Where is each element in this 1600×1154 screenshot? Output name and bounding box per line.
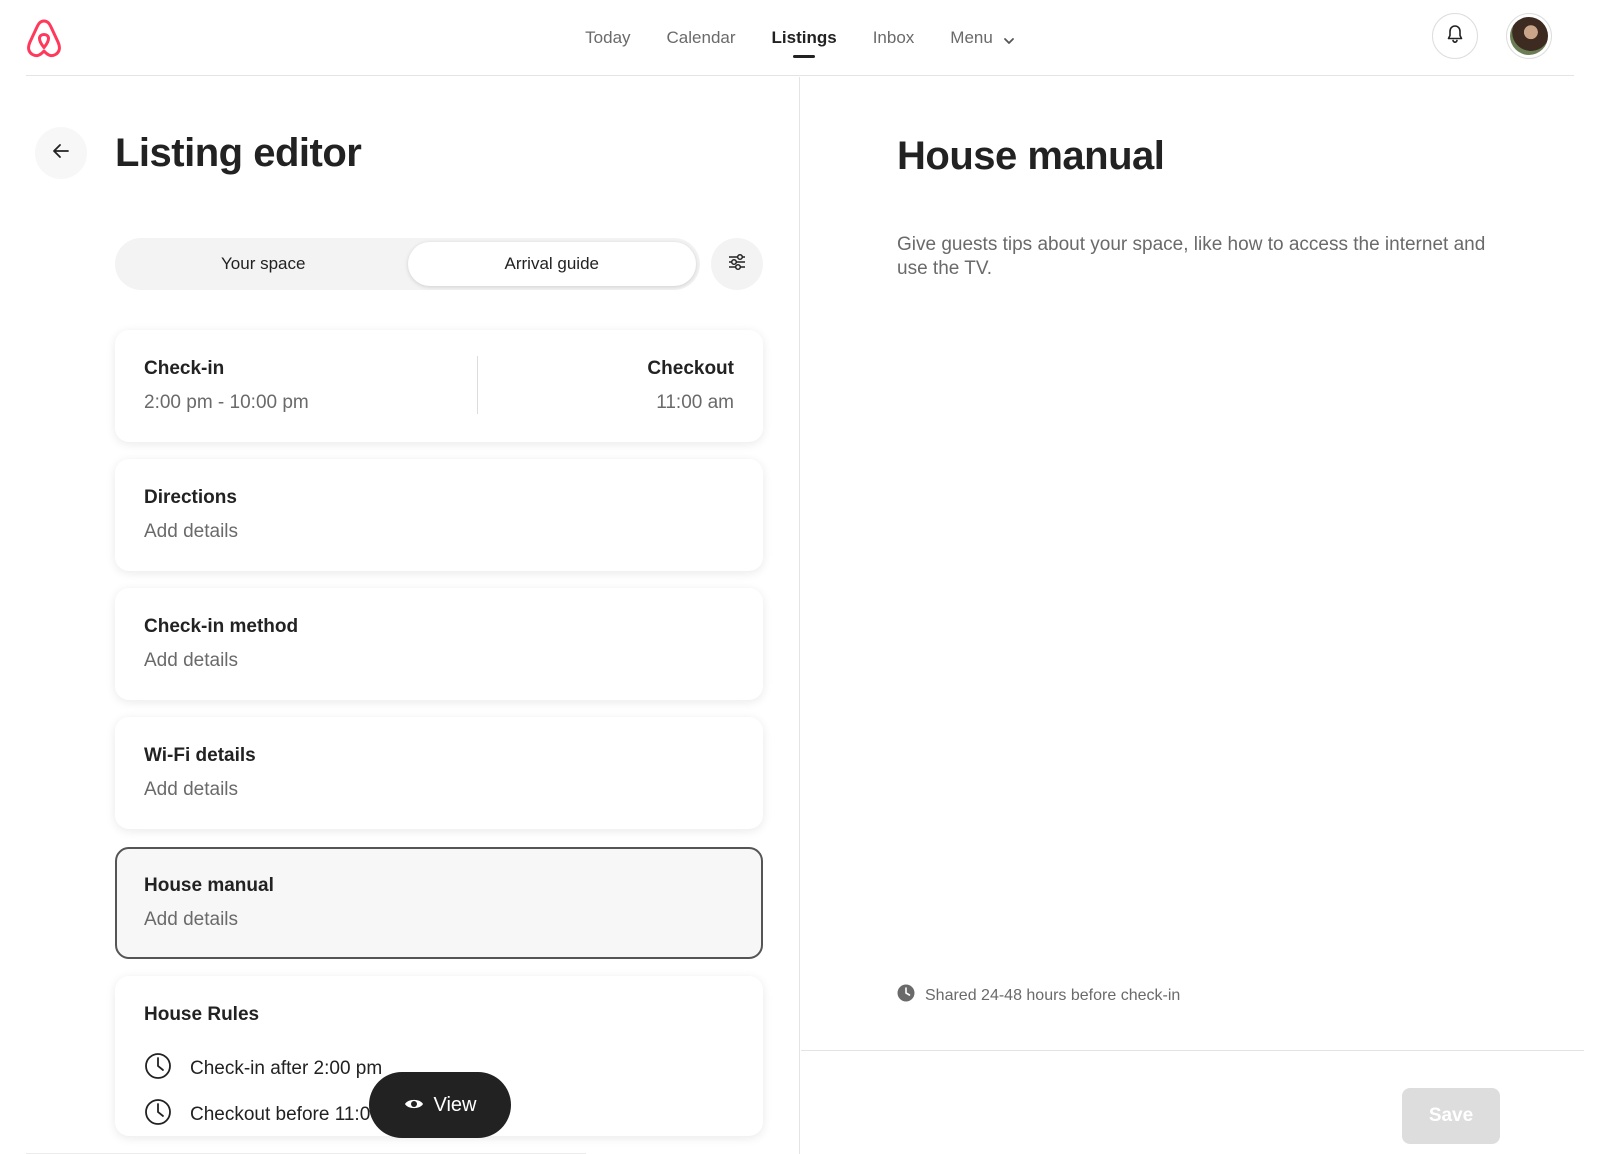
divider [477, 356, 478, 414]
card-subtitle: Add details [144, 650, 239, 671]
card-title: Directions [144, 487, 237, 508]
checkin-checkout-card[interactable]: Check-in 2:00 pm - 10:00 pm Checkout 11:… [115, 330, 763, 442]
divider [801, 1050, 1584, 1051]
card-title: House manual [144, 875, 274, 896]
nav-calendar-label: Calendar [666, 28, 736, 47]
nav-menu[interactable]: Menu [932, 0, 1033, 76]
card-subtitle: Add details [144, 521, 239, 542]
nav-tabs: Today Calendar Listings Inbox Menu [26, 0, 1574, 76]
card-title: Wi-Fi details [144, 745, 256, 766]
clock-icon [144, 1098, 190, 1132]
tab-your-space[interactable]: Your space [119, 242, 408, 286]
checkin-title: Check-in [144, 358, 225, 379]
rule-item: Check-in after 2:00 pm [144, 1052, 382, 1086]
nav-listings[interactable]: Listings [754, 0, 855, 76]
nav-inbox-label: Inbox [872, 28, 915, 47]
checkin-method-card[interactable]: Check-in method Add details [115, 588, 763, 700]
page-title: Listing editor [115, 131, 362, 175]
detail-title: House manual [897, 134, 1165, 178]
tab-arrival-guide[interactable]: Arrival guide [407, 242, 696, 286]
arrow-left-icon [52, 143, 70, 164]
rule-text: Check-in after 2:00 pm [190, 1058, 383, 1079]
card-title: Check-in method [144, 616, 299, 637]
nav-menu-label: Menu [950, 28, 993, 47]
filter-button[interactable] [711, 238, 763, 290]
top-nav: Today Calendar Listings Inbox Menu [26, 0, 1574, 76]
listing-editor-pane: Listing editor Your space Arrival guide … [0, 77, 800, 1154]
sliders-icon [727, 252, 747, 277]
avatar [1510, 17, 1548, 55]
nav-today-label: Today [585, 28, 631, 47]
house-manual-card[interactable]: House manual Add details [115, 847, 763, 959]
back-button[interactable] [35, 127, 87, 179]
shared-note: Shared 24-48 hours before check-in [897, 984, 1180, 1007]
card-subtitle: Add details [144, 779, 239, 800]
nav-today[interactable]: Today [567, 0, 648, 76]
checkout-value: 11:00 am [656, 392, 734, 413]
view-button[interactable]: View [369, 1072, 511, 1138]
shared-note-text: Shared 24-48 hours before check-in [925, 986, 1181, 1004]
editor-tabs: Your space Arrival guide [115, 238, 700, 290]
notifications-button[interactable] [1432, 13, 1478, 59]
checkout-title: Checkout [647, 358, 734, 379]
nav-calendar[interactable]: Calendar [649, 0, 754, 76]
nav-listings-label: Listings [771, 28, 837, 47]
checkin-value: 2:00 pm - 10:00 pm [144, 392, 309, 413]
detail-description: Give guests tips about your space, like … [897, 234, 1486, 279]
chevron-down-icon [1003, 32, 1015, 44]
save-button[interactable]: Save [1402, 1088, 1500, 1144]
bell-icon [1446, 24, 1464, 49]
nav-inbox[interactable]: Inbox [855, 0, 933, 76]
clock-icon [897, 984, 925, 1007]
directions-card[interactable]: Directions Add details [115, 459, 763, 571]
view-label: View [433, 1093, 477, 1116]
card-title: House Rules [144, 1004, 260, 1025]
card-subtitle: Add details [144, 909, 239, 930]
clock-icon [144, 1052, 190, 1086]
eye-icon [404, 1094, 424, 1117]
wifi-details-card[interactable]: Wi-Fi details Add details [115, 717, 763, 829]
profile-button[interactable] [1506, 13, 1552, 59]
